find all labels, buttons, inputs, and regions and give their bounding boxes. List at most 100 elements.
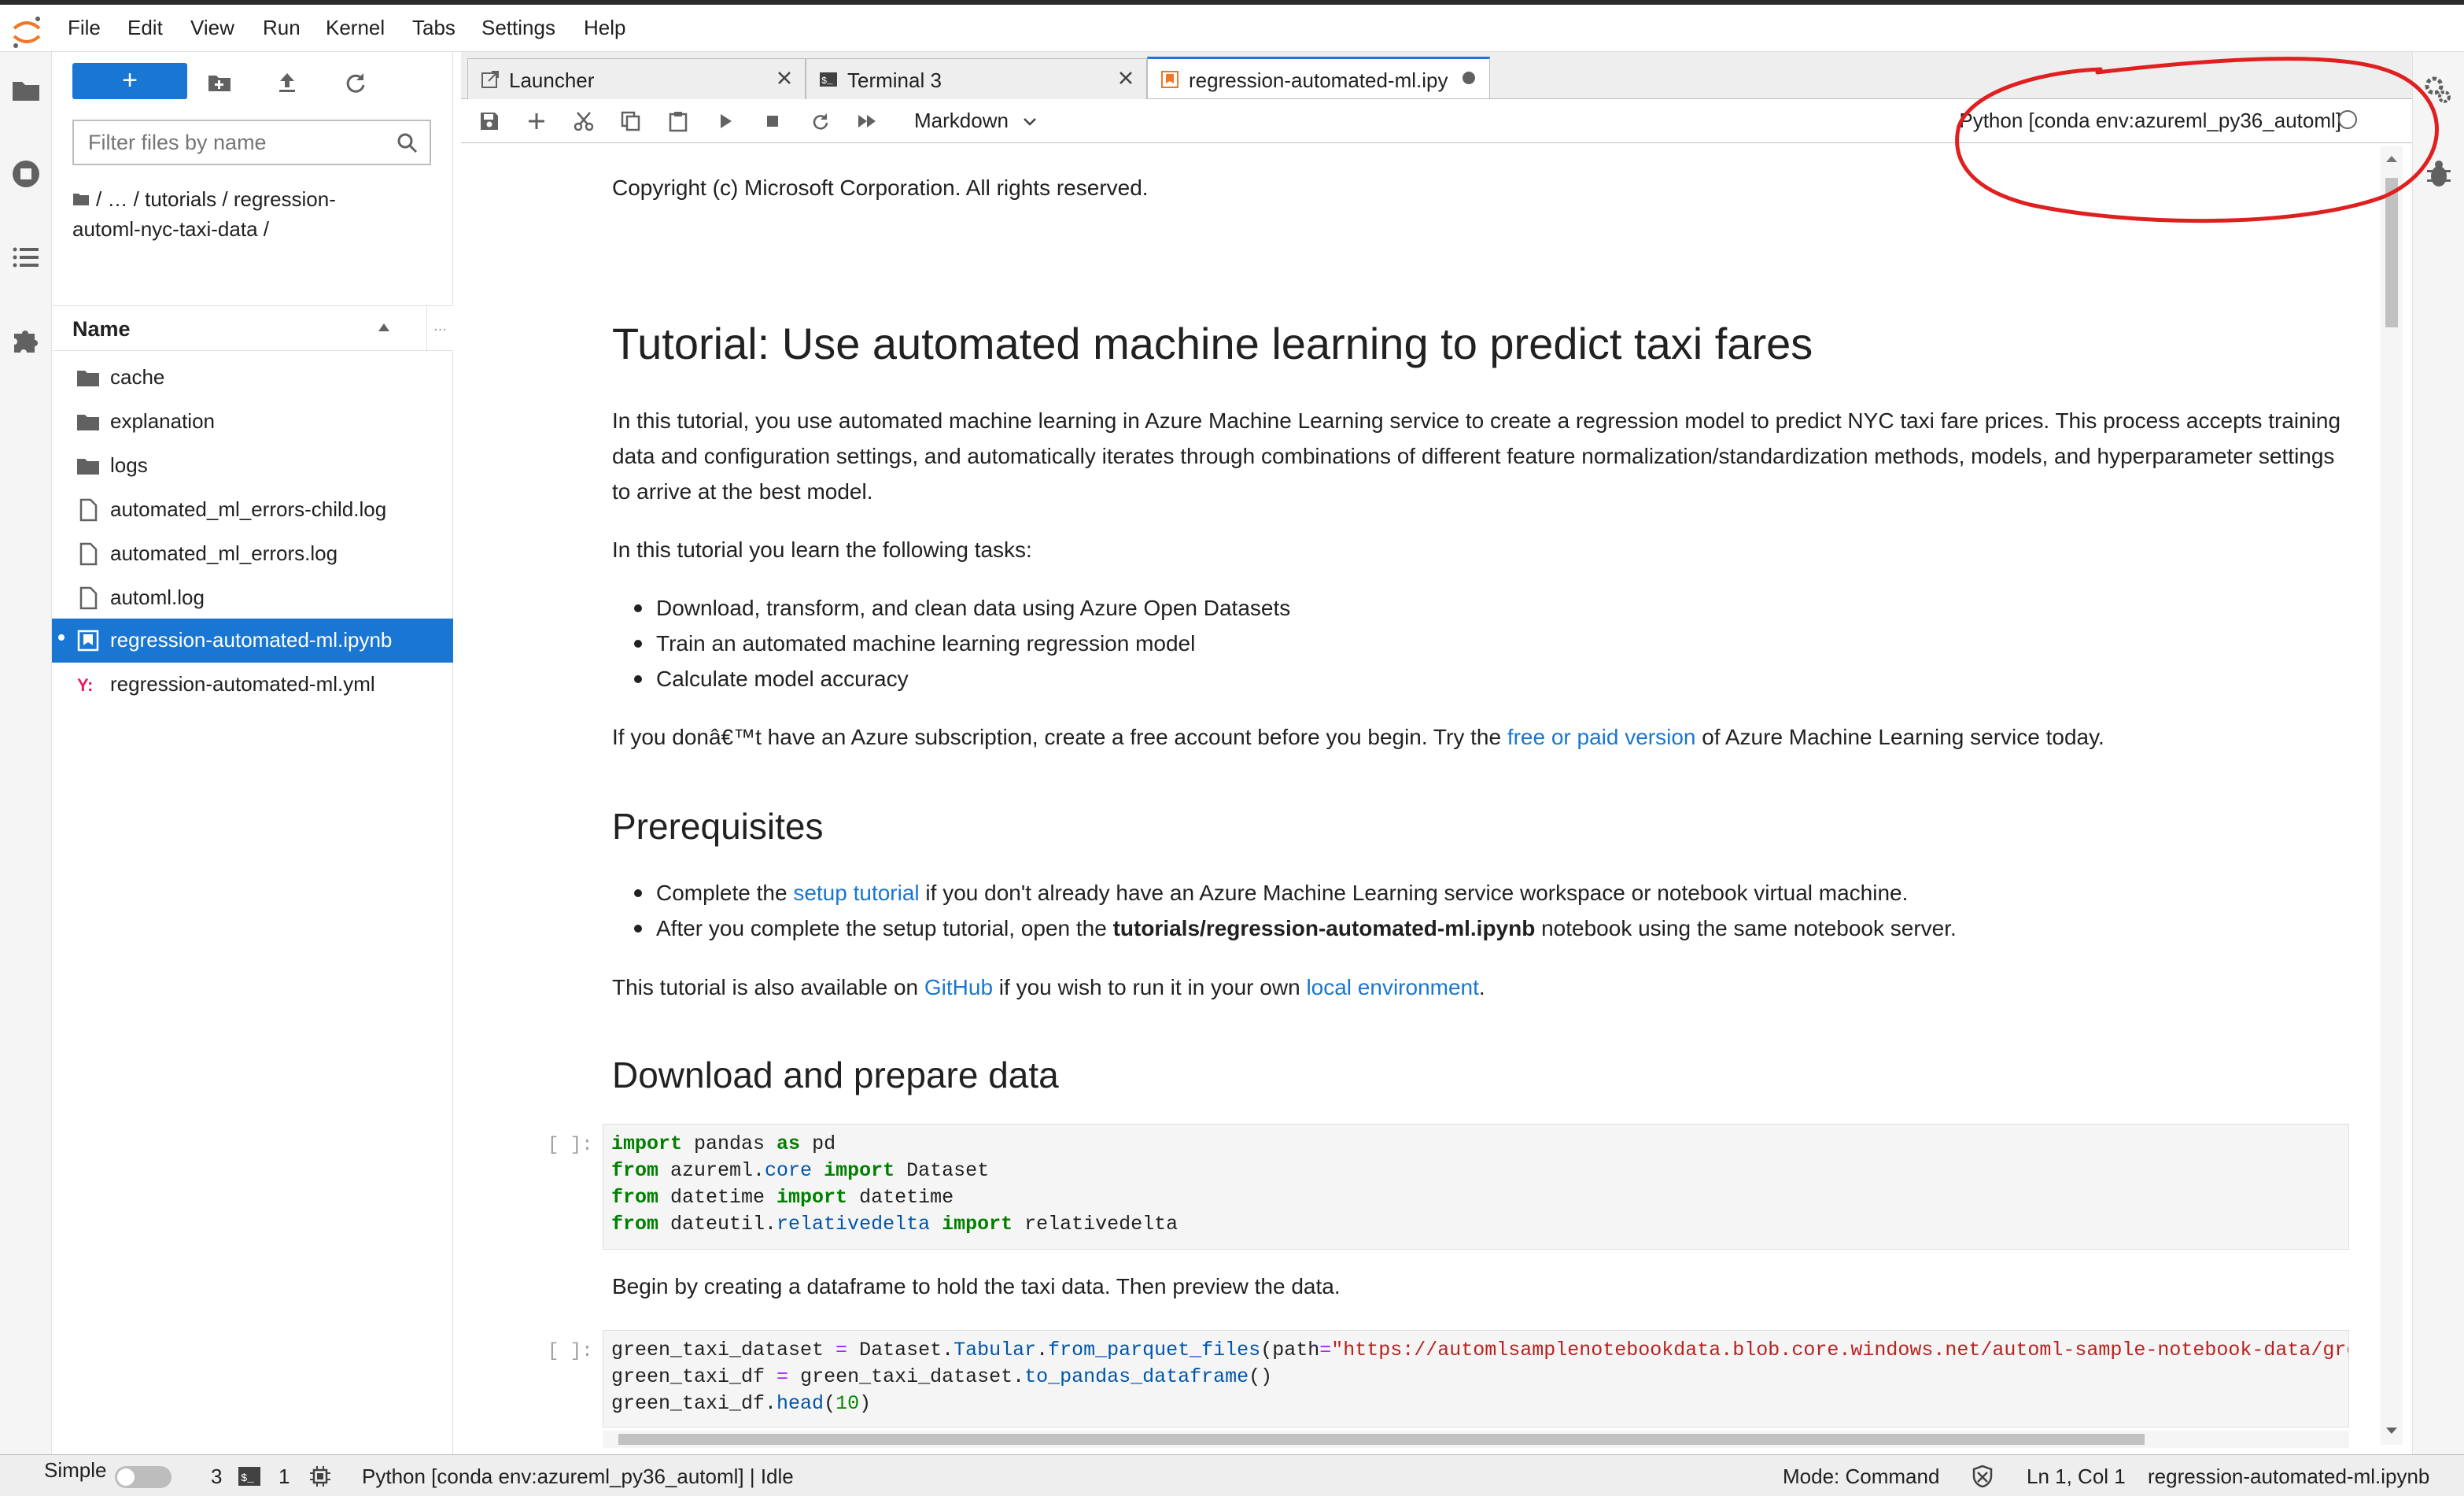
file-item[interactable]: automated_ml_errors.log (52, 532, 453, 576)
file-item[interactable]: cache (52, 356, 453, 400)
menu-run[interactable]: Run (263, 16, 301, 40)
code-token: azureml. (658, 1159, 765, 1182)
jupyter-logo-icon (13, 17, 41, 48)
copy-icon[interactable] (620, 110, 642, 132)
folder-icon (73, 194, 89, 205)
file-item[interactable]: Y: regression-automated-ml.yml (52, 663, 453, 707)
menu-edit[interactable]: Edit (127, 16, 163, 40)
tab-launcher[interactable]: Launcher (467, 58, 806, 99)
code-token: green_taxi_df. (611, 1392, 777, 1415)
file-filter-input[interactable] (74, 121, 389, 164)
scrollbar-thumb[interactable] (2385, 178, 2398, 327)
menu-tabs[interactable]: Tabs (412, 16, 456, 40)
folder-icon[interactable] (8, 72, 44, 109)
menu-view[interactable]: View (190, 16, 234, 40)
unsaved-indicator-icon[interactable] (1459, 68, 1478, 87)
close-icon[interactable] (775, 68, 794, 87)
scroll-up-icon[interactable] (2385, 154, 2398, 164)
notebook-path: tutorials/regression-automated-ml.ipynb (1112, 916, 1536, 940)
cell-prompt: [ ]: (548, 1135, 593, 1156)
local-environment-link[interactable]: local environment (1306, 975, 1478, 999)
kernel-name[interactable]: Python [conda env:azureml_py36_automl] (1959, 109, 2341, 133)
svg-text:Y:: Y: (77, 675, 93, 695)
code-token: "https://automlsamplenotebookdata.blob.c… (1331, 1339, 2349, 1361)
file-item-selected[interactable]: regression-automated-ml.ipynb (52, 619, 453, 663)
extensions-icon[interactable] (8, 323, 44, 359)
svg-text:$_: $_ (241, 1472, 254, 1485)
scroll-down-icon[interactable] (2385, 1426, 2398, 1435)
table-of-contents-icon[interactable] (8, 239, 44, 275)
refresh-icon[interactable] (341, 69, 368, 96)
menu-settings[interactable]: Settings (481, 16, 555, 40)
file-icon (79, 586, 98, 610)
breadcrumb-path-cont[interactable]: automl-nyc-taxi-data / (72, 214, 419, 244)
code-cell-dataset[interactable]: green_taxi_dataset = Dataset.Tabular.fro… (603, 1330, 2349, 1428)
github-link[interactable]: GitHub (924, 975, 993, 999)
breadcrumb-path[interactable]: / … / tutorials / regression- (96, 187, 336, 211)
trusted-shield-icon[interactable] (1972, 1465, 1994, 1488)
paste-icon[interactable] (667, 110, 689, 132)
menu-help[interactable]: Help (584, 16, 625, 40)
save-icon[interactable] (478, 110, 500, 132)
code-token: import (930, 1213, 1013, 1236)
vertical-scrollbar[interactable] (2381, 146, 2403, 1445)
file-name: automated_ml_errors.log (110, 541, 338, 565)
menu-file[interactable]: File (68, 16, 101, 40)
tab-notebook[interactable]: regression-automated-ml.ipy (1147, 57, 1490, 98)
code-token: datetime (658, 1186, 777, 1209)
sort-ascending-icon[interactable] (378, 322, 390, 333)
file-filter-field[interactable] (72, 120, 431, 165)
debugger-icon[interactable] (2421, 156, 2457, 192)
running-sessions-icon[interactable] (8, 156, 44, 192)
kernel-count[interactable]: 1 (278, 1465, 290, 1489)
menu-bar: File Edit View Run Kernel Tabs Settings … (0, 0, 2464, 52)
upload-icon[interactable] (274, 69, 301, 96)
file-item[interactable]: explanation (52, 400, 453, 444)
download-heading: Download and prepare data (612, 1055, 1059, 1095)
stop-icon[interactable] (762, 110, 784, 132)
setup-tutorial-link[interactable]: setup tutorial (793, 881, 919, 905)
code-token: green_taxi_dataset. (788, 1365, 1025, 1388)
cursor-position[interactable]: Ln 1, Col 1 (2027, 1465, 2126, 1489)
run-icon[interactable] (714, 110, 736, 132)
code-token: pandas (682, 1132, 777, 1155)
horizontal-scrollbar[interactable] (603, 1431, 2349, 1448)
cell-type-select[interactable]: Markdown (914, 109, 1038, 133)
property-inspector-icon[interactable] (2421, 72, 2457, 109)
breadcrumb[interactable]: / … / tutorials / regression- automl-nyc… (72, 184, 419, 244)
column-resize-handle[interactable]: ... (426, 306, 453, 352)
new-launcher-button[interactable]: + (72, 63, 187, 99)
subscription-text: If you donâ€™t have an Azure subscriptio… (612, 725, 1507, 749)
close-icon[interactable] (1116, 68, 1135, 87)
free-or-paid-link[interactable]: free or paid version (1507, 725, 1696, 749)
intro-paragraph: In this tutorial, you use automated mach… (612, 408, 2341, 504)
restart-icon[interactable] (809, 110, 831, 132)
simple-mode-label: Simple (44, 1458, 107, 1482)
kernel-status-text[interactable]: Python [conda env:azureml_py36_automl] |… (362, 1465, 794, 1489)
menu-kernel[interactable]: Kernel (326, 16, 385, 40)
file-name: explanation (110, 409, 215, 433)
simple-mode-toggle[interactable] (115, 1466, 172, 1488)
fast-forward-icon[interactable] (856, 110, 878, 132)
terminal-count[interactable]: 3 (211, 1465, 222, 1489)
file-item[interactable]: logs (52, 444, 453, 488)
cut-icon[interactable] (573, 110, 595, 132)
scrollbar-thumb[interactable] (618, 1434, 2145, 1445)
name-column-header[interactable]: Name (72, 317, 131, 342)
list-item: Calculate model accuracy (612, 661, 2343, 696)
new-folder-icon[interactable] (206, 69, 233, 96)
code-cell-imports[interactable]: import pandas as pd from azureml.core im… (603, 1124, 2349, 1250)
tab-label: Launcher (509, 68, 595, 92)
add-cell-icon[interactable] (526, 110, 548, 132)
code-token: pd (800, 1132, 836, 1155)
file-item[interactable]: automated_ml_errors-child.log (52, 488, 453, 532)
file-item[interactable]: automl.log (52, 576, 453, 620)
list-item: Train an automated machine learning regr… (612, 626, 2343, 661)
notebook-title: Tutorial: Use automated machine learning… (612, 319, 1813, 368)
tab-label: regression-automated-ml.ipy (1189, 68, 1448, 92)
right-sidebar (2412, 52, 2464, 1454)
notebook-icon (77, 630, 99, 652)
code-token: ) (859, 1392, 872, 1415)
tab-terminal[interactable]: $_ Terminal 3 (806, 58, 1147, 99)
notebook-icon (1161, 71, 1179, 88)
